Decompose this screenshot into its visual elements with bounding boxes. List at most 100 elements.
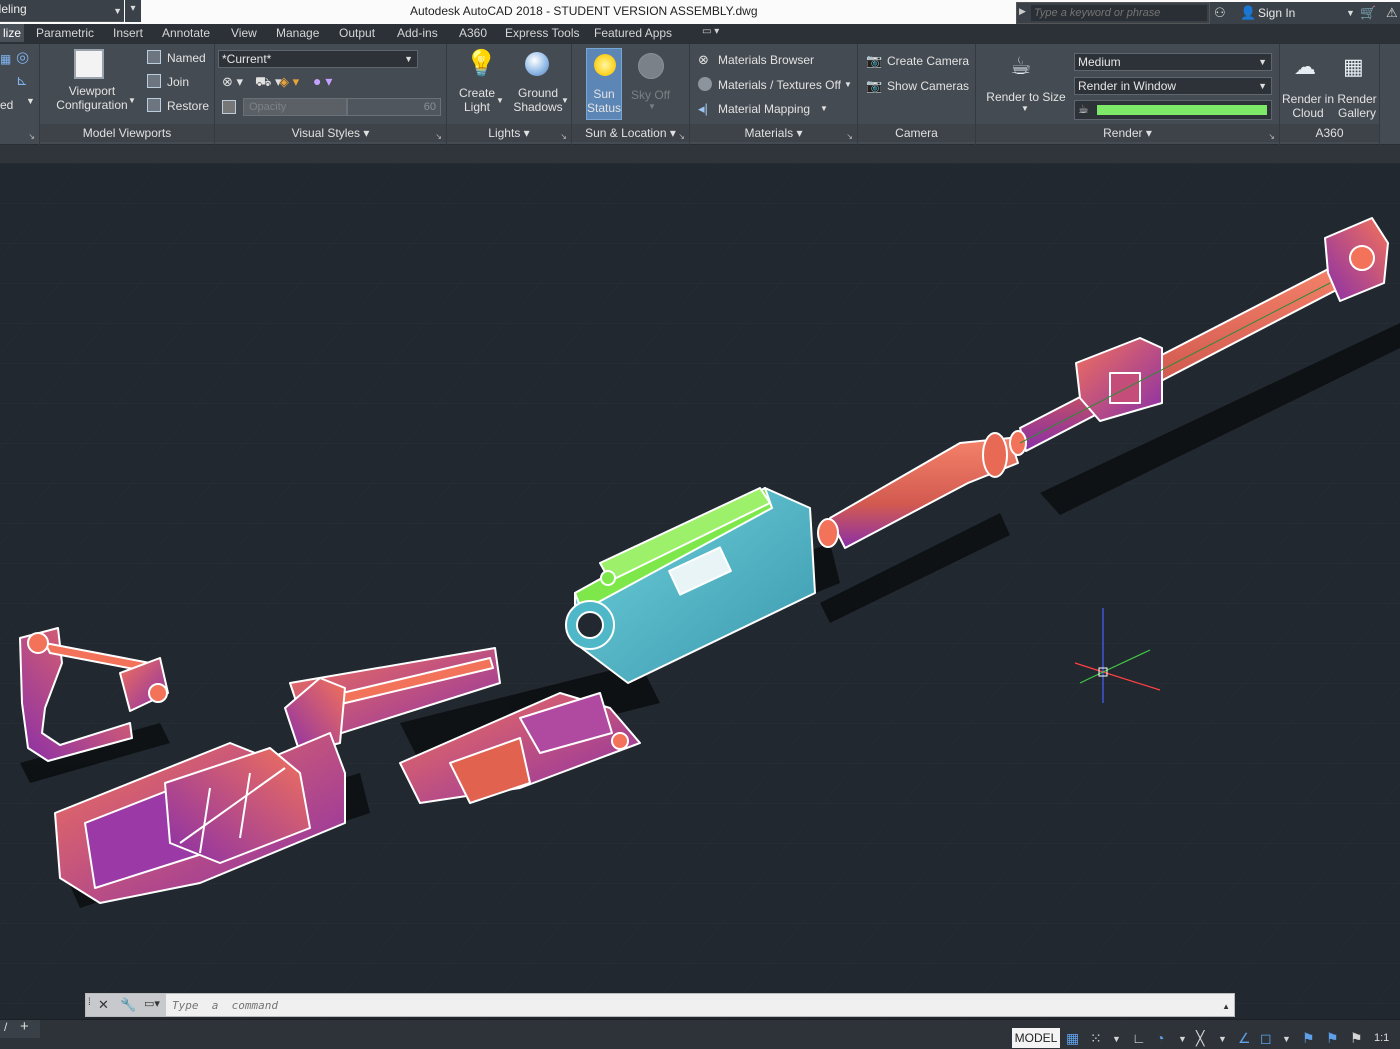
viewport-configuration-button[interactable]: Viewport Configuration	[46, 84, 138, 112]
chevron-down-icon[interactable]: ▼	[26, 96, 35, 106]
opacity-slider[interactable]: Opacity	[243, 98, 347, 116]
quick-access-dropdown[interactable]: ▾	[125, 0, 141, 22]
ortho-icon[interactable]: ∟	[1132, 1030, 1146, 1046]
isodraft-icon[interactable]: ╳	[1196, 1030, 1204, 1047]
ground-shadows-button[interactable]: Ground Shadows	[509, 86, 567, 114]
tab-express-tools[interactable]: Express Tools	[505, 26, 579, 40]
view-cut-label[interactable]: ed	[0, 98, 13, 112]
tab-manage[interactable]: Manage	[276, 26, 319, 40]
sun-status-button[interactable]: Sun Status	[586, 48, 622, 120]
join-button[interactable]: Join	[167, 75, 189, 89]
auto-scale-icon[interactable]: ⚑	[1326, 1030, 1339, 1047]
materials-browser-icon[interactable]: ⊗	[698, 52, 709, 68]
opacity-value-field[interactable]: 60	[347, 98, 441, 116]
join-icon[interactable]	[147, 74, 161, 88]
material-sphere-icon[interactable]: ● ▾	[313, 73, 332, 90]
chevron-down-icon[interactable]: ▼	[561, 96, 569, 105]
ground-shadows-icon[interactable]	[525, 52, 549, 76]
edge-style-icon[interactable]: ⊗ ▾	[222, 74, 243, 90]
chevron-down-icon[interactable]: ▼	[1178, 1034, 1187, 1044]
search-input[interactable]	[1031, 5, 1207, 21]
drawing-viewport[interactable]	[0, 163, 1400, 1019]
render-in-cloud-button[interactable]: Render in Cloud	[1280, 92, 1336, 120]
teapot-icon[interactable]: ☕	[1010, 52, 1032, 81]
panel-launcher-icon[interactable]: ↘	[678, 132, 685, 141]
materials-browser-button[interactable]: Materials Browser	[718, 53, 814, 67]
scroll-up-icon[interactable]: ▲	[1222, 1002, 1230, 1011]
cart-icon[interactable]: 🛒	[1360, 5, 1376, 21]
chevron-down-icon[interactable]: ▼	[1112, 1034, 1121, 1044]
ribbon-toggle-icon[interactable]: ▭ ▾	[702, 26, 719, 37]
chevron-down-icon[interactable]: ▼	[496, 96, 504, 105]
render-gallery-button[interactable]: Render Gallery	[1334, 92, 1380, 120]
annotation-scale[interactable]: 1:1	[1374, 1032, 1389, 1044]
ucs-icon[interactable]: ◎	[16, 48, 29, 66]
show-cameras-button[interactable]: Show Cameras	[887, 79, 969, 93]
tab-featured-apps[interactable]: Featured Apps	[594, 26, 672, 40]
panel-title[interactable]: Sun & Location ▾	[572, 124, 689, 142]
tab-parametric[interactable]: Parametric	[36, 26, 94, 40]
object-snap-icon[interactable]: ◻	[1260, 1030, 1272, 1047]
sky-icon[interactable]	[638, 53, 664, 79]
chevron-down-icon[interactable]: ▼	[1282, 1034, 1291, 1044]
chevron-down-icon[interactable]: ▼	[128, 96, 136, 105]
sign-in-button[interactable]: Sign In	[1258, 6, 1295, 20]
expand-icon[interactable]: ▶	[1019, 6, 1026, 17]
panel-title[interactable]: Lights ▾	[447, 124, 571, 142]
light-bulb-icon[interactable]: 💡	[465, 48, 497, 79]
wrench-icon[interactable]: 🔧	[120, 997, 136, 1013]
visual-style-dropdown[interactable]: *Current* ▼	[218, 50, 418, 68]
camera-create-icon[interactable]: 📷	[866, 53, 882, 69]
grip-icon[interactable]: ⁞	[88, 997, 91, 1008]
material-mapping-icon[interactable]: ◂|	[698, 101, 708, 117]
textures-toggle[interactable]: Materials / Textures Off	[718, 78, 841, 92]
polar-icon[interactable]: ◔	[1156, 1030, 1164, 1046]
command-input[interactable]	[172, 997, 1212, 1013]
annotation-scale-icon[interactable]: ⚑	[1350, 1030, 1363, 1047]
grid-icon[interactable]: ▦	[1066, 1030, 1079, 1047]
panel-launcher-icon[interactable]: ↘	[435, 132, 442, 141]
camera-show-icon[interactable]: 📷	[866, 78, 882, 94]
tab-view[interactable]: View	[231, 26, 257, 40]
model-space-button[interactable]: MODEL	[1012, 1028, 1060, 1048]
panel-launcher-icon[interactable]: ↘	[28, 132, 35, 141]
panel-launcher-icon[interactable]: ↘	[560, 132, 567, 141]
object-snap-tracking-icon[interactable]: ∠	[1238, 1030, 1251, 1047]
sky-off-button[interactable]: Sky Off	[631, 88, 670, 102]
cloud-render-icon[interactable]: ☁	[1294, 54, 1316, 80]
textures-icon[interactable]	[698, 77, 712, 91]
named-viewports-icon[interactable]	[147, 50, 161, 64]
create-camera-button[interactable]: Create Camera	[887, 54, 969, 68]
recent-commands-icon[interactable]: ▭▾	[144, 997, 160, 1010]
panel-title[interactable]: Visual Styles ▾	[215, 124, 446, 142]
material-mapping-button[interactable]: Material Mapping	[718, 102, 810, 116]
named-button[interactable]: Named	[167, 51, 206, 65]
gallery-icon[interactable]: ▦	[1343, 54, 1364, 80]
render-quality-dropdown[interactable]: Medium ▼	[1074, 53, 1272, 71]
tab-output[interactable]: Output	[339, 26, 375, 40]
tab-annotate[interactable]: Annotate	[162, 26, 210, 40]
panel-title[interactable]: Render ▾	[976, 124, 1279, 142]
panel-launcher-icon[interactable]: ↘	[1268, 132, 1275, 141]
panel-launcher-icon[interactable]: ↘	[846, 132, 853, 141]
search-box[interactable]: ▶	[1016, 2, 1210, 24]
tab-addins[interactable]: Add-ins	[397, 26, 438, 40]
chevron-down-icon[interactable]: ▼	[1346, 8, 1355, 18]
chevron-down-icon[interactable]: ▼	[820, 104, 828, 113]
create-light-button[interactable]: Create Light	[453, 86, 501, 114]
layout-scroll-icon[interactable]: /	[4, 1020, 7, 1034]
color-icon[interactable]: ◈ ▾	[279, 74, 299, 90]
user-icon[interactable]: 👤	[1240, 5, 1256, 21]
binoculars-icon[interactable]: ⚇	[1214, 5, 1226, 21]
close-icon[interactable]: ✕	[98, 997, 109, 1013]
tab-insert[interactable]: Insert	[113, 26, 143, 40]
ucs-world-icon[interactable]: ⊾	[16, 72, 28, 89]
add-layout-icon[interactable]: +	[20, 1018, 29, 1035]
chevron-down-icon[interactable]: ▼	[1021, 104, 1029, 113]
restore-icon[interactable]	[147, 98, 161, 112]
render-to-size-button[interactable]: Render to Size	[986, 90, 1066, 104]
chevron-down-icon[interactable]: ▼	[648, 102, 656, 111]
workspace-switcher[interactable]: Modeling ▼	[0, 0, 124, 22]
render-target-dropdown[interactable]: Render in Window ▼	[1074, 77, 1272, 95]
view-icon[interactable]: ▦	[0, 52, 11, 66]
